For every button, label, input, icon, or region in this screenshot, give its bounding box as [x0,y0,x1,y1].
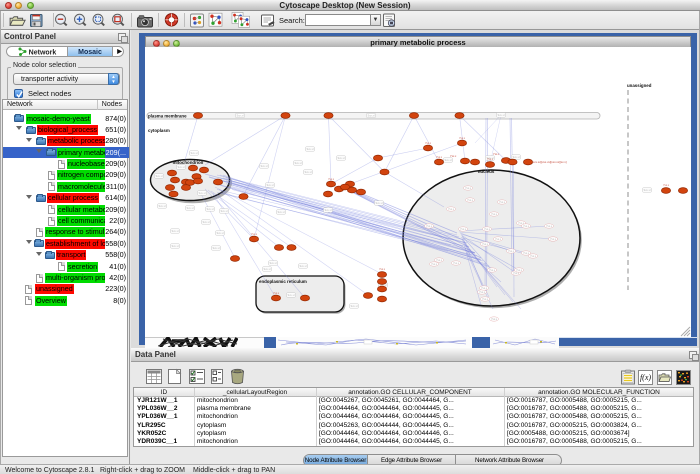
svg-text:Yxx.x: Yxx.x [499,201,506,204]
svg-text:Sxx.xl: Sxx.xl [264,267,271,271]
svg-text:Yxx.x: Yxx.x [489,269,496,272]
svg-text:Yxx.x: Yxx.x [465,187,472,190]
svg-text:Yxx.x: Yxx.x [436,156,443,159]
svg-text:Yxx.x: Yxx.x [516,269,523,272]
svg-text:Yxx.x: Yxx.x [448,208,455,211]
svg-text:Yxx.x: Yxx.x [431,263,438,266]
svg-text:Yxx.x: Yxx.x [453,262,460,265]
svg-text:Sxx.xl: Sxx.xl [156,174,163,178]
svg-text:Sxx.xl: Sxx.xl [338,156,345,160]
svg-text:Sxx.xl: Sxx.xl [307,147,314,151]
svg-text:Yxx.x: Yxx.x [251,233,258,236]
svg-text:Yxx.x: Yxx.x [273,292,280,295]
svg-text:Yxx.x: Yxx.x [493,152,500,156]
svg-text:Yxx.x: Yxx.x [550,238,557,241]
svg-text:Sxx.xl: Sxx.xl [187,206,194,210]
svg-text:Yxx.x: Yxx.x [436,259,443,262]
svg-text:Sxx.xl: Sxx.xl [300,264,307,268]
svg-text:Yxx.x: Yxx.x [460,228,467,231]
svg-text:Yxx.x: Yxx.x [513,272,520,275]
svg-text:Sxx.xl: Sxx.xl [207,207,214,211]
svg-text:cytoplasm: cytoplasm [148,128,170,133]
svg-text:Yxx.x: Yxx.x [425,142,432,145]
svg-text:Sxx.xl: Sxx.xl [513,155,520,159]
svg-text:Yxx.x: Yxx.x [484,228,491,231]
svg-text:Yxx.x: Yxx.x [491,213,498,216]
svg-text:Yxx.x: Yxx.x [523,252,530,255]
svg-text:nucleus: nucleus [478,169,495,174]
svg-text:Yxx.x: Yxx.x [459,137,466,140]
svg-text:Yxx.x: Yxx.x [546,225,553,228]
svg-text:Sxx.xl: Sxx.xl [368,114,375,118]
svg-text:plasma membrane: plasma membrane [148,114,187,119]
svg-text:Yxx.x: Yxx.x [479,291,486,294]
svg-text:Sxx.xl: Sxx.xl [295,161,302,165]
svg-text:Yxx.x: Yxx.x [663,184,670,187]
svg-text:Sxx.xl: Sxx.xl [203,220,210,224]
svg-text:unassigned: unassigned [627,83,652,88]
svg-text:Yxx.x: Yxx.x [467,199,474,202]
svg-text:[xxx.xx][xxx.xx][xxx.xx][xx.x]: [xxx.xx][xxx.xx][xxx.xx][xx.x] [532,160,567,164]
svg-text:Sxx.xl: Sxx.xl [237,114,244,118]
svg-text:Yxx.x: Yxx.x [379,268,386,271]
svg-text:Yxx.x: Yxx.x [481,287,488,290]
svg-text:Sxx.xl: Sxx.xl [498,113,505,117]
svg-text:Yxx.x: Yxx.x [491,318,498,321]
svg-text:mitochondrion: mitochondrion [173,160,204,165]
svg-text:Sxx.xl: Sxx.xl [213,246,220,250]
svg-text:Yxx.x: Yxx.x [482,243,489,246]
svg-text:f(x): f(x) [640,373,651,382]
svg-text:Sxx.xl: Sxx.xl [159,204,166,208]
svg-text:Yxx.x: Yxx.x [487,158,494,161]
svg-text:Sxx.xl: Sxx.xl [267,183,274,187]
svg-text:Sxx.xl: Sxx.xl [178,165,185,169]
svg-text:Sxx.xl: Sxx.xl [217,231,224,235]
svg-text:Yxx.x: Yxx.x [482,298,489,301]
svg-text:Yxx.x: Yxx.x [508,250,515,253]
svg-text:Sxx.xl: Sxx.xl [191,151,198,155]
svg-text:Sxx.xl: Sxx.xl [270,261,277,265]
svg-text:Sxx.xl: Sxx.xl [288,293,295,297]
svg-text:Sxx.xl: Sxx.xl [644,188,651,192]
svg-text:Yxx.x: Yxx.x [523,225,530,228]
svg-text:Sxx.xl: Sxx.xl [199,191,206,195]
svg-text:Sxx.xl: Sxx.xl [445,158,452,162]
svg-text:Sxx.xl: Sxx.xl [172,244,179,248]
svg-text:Yxx.x: Yxx.x [328,178,335,181]
svg-text:Sxx.xl: Sxx.xl [261,164,268,168]
svg-text:Sxx.xl: Sxx.xl [305,170,312,174]
svg-text:Sxx.xl: Sxx.xl [351,304,358,308]
svg-text:Sxx.xl: Sxx.xl [221,209,228,213]
svg-text:Yxx.x: Yxx.x [495,238,502,241]
svg-text:Sxx.xl: Sxx.xl [172,229,179,233]
svg-text:Yxx.x: Yxx.x [426,225,433,228]
svg-text:Sxx.xl: Sxx.xl [278,210,285,214]
svg-text:Sxx.xl: Sxx.xl [325,208,332,212]
svg-text:Yxx.x: Yxx.x [530,255,537,258]
svg-text:Sxx.xl: Sxx.xl [376,201,383,205]
svg-text:Yxx.x: Yxx.x [450,154,457,158]
